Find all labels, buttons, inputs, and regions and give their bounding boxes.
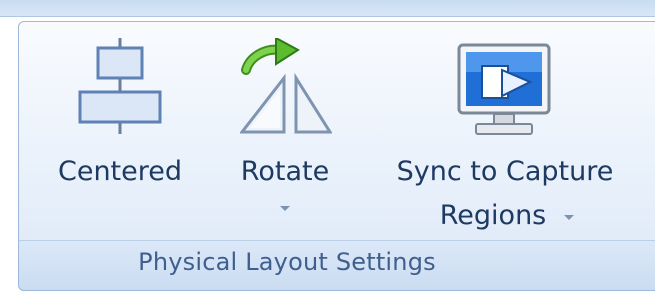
monitor-sync-icon: [457, 43, 551, 135]
rotate-dropdown-arrow-icon[interactable]: [280, 206, 290, 211]
rotate-label: Rotate: [240, 156, 330, 187]
sync-dropdown-arrow-icon[interactable]: [564, 215, 574, 220]
centered-label: Centered: [57, 156, 183, 187]
rotate-icon: [240, 38, 332, 134]
rotate-button[interactable]: Rotate: [222, 28, 348, 238]
sync-label-line1: Sync to Capture: [396, 156, 614, 187]
sync-label-line2: Regions: [439, 200, 547, 231]
ribbon-screenshot: Physical Layout Settings Centered Rotate: [0, 0, 655, 296]
ribbon-group-label: Physical Layout Settings: [138, 248, 436, 276]
centered-layout-icon: [78, 38, 162, 134]
sync-to-capture-regions-button[interactable]: Sync to Capture Regions: [370, 28, 640, 238]
ribbon-top-strip: [0, 0, 655, 17]
centered-button[interactable]: Centered: [44, 28, 196, 238]
